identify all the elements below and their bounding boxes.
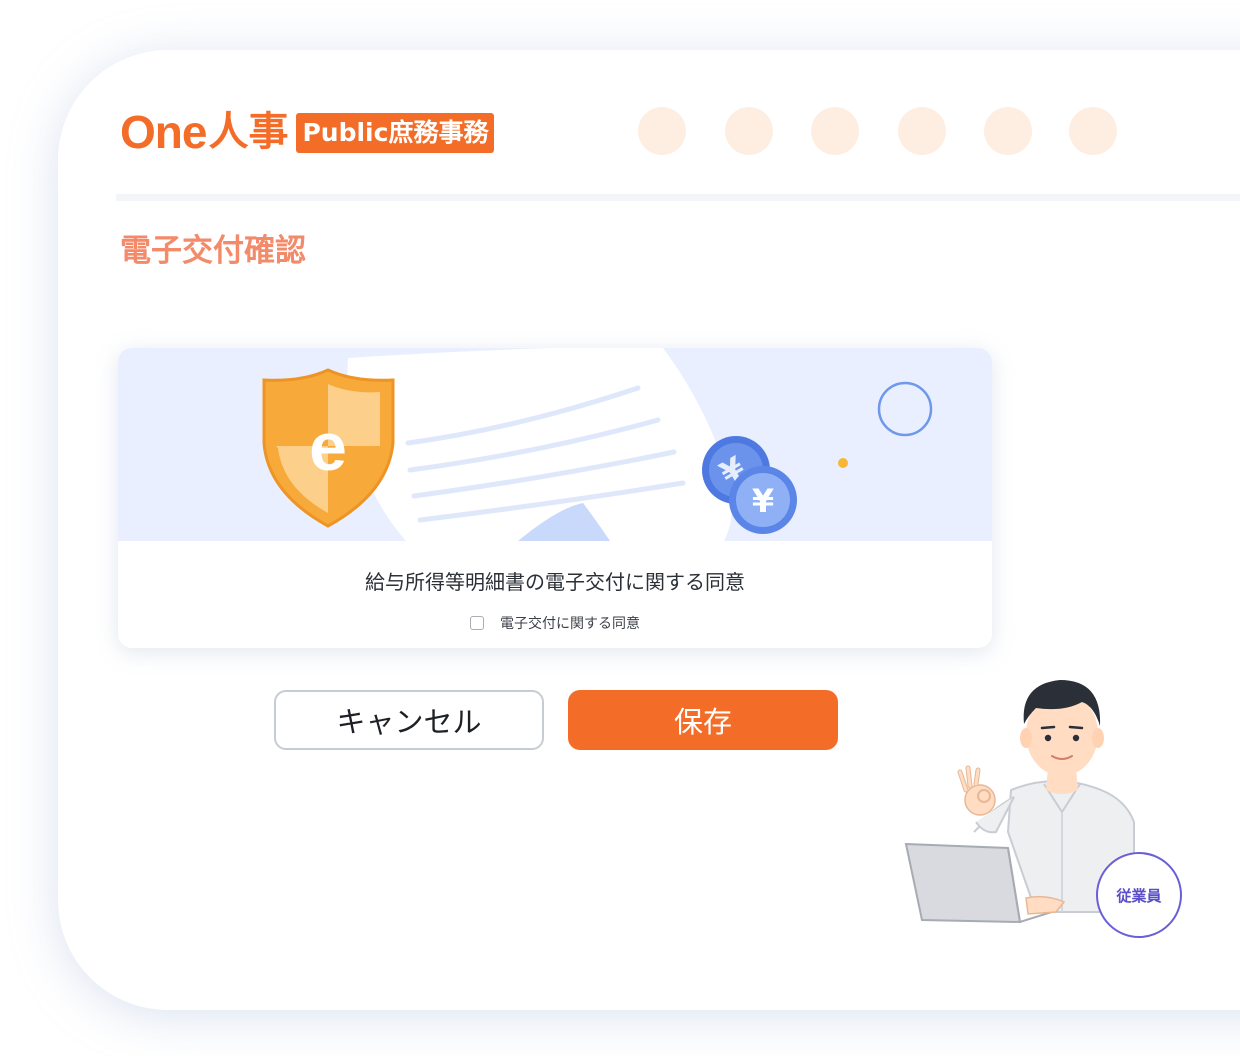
header-dot: [898, 107, 946, 155]
logo-jinji: 人事: [208, 109, 289, 155]
logo-one: One: [120, 106, 207, 158]
consent-checkbox-row[interactable]: 電子交付に関する同意: [118, 613, 992, 633]
cancel-button[interactable]: キャンセル: [274, 690, 544, 750]
consent-title: 給与所得等明細書の電子交付に関する同意: [365, 570, 745, 594]
header-dot: [811, 107, 859, 155]
header-dot: [984, 107, 1032, 155]
consent-checkbox-label[interactable]: 電子交付に関する同意: [500, 613, 640, 633]
page-title: 電子交付確認: [120, 233, 306, 269]
decor-dot: [838, 458, 848, 468]
header-dot: [638, 107, 686, 155]
consent-banner: e ¥ ¥: [118, 348, 992, 541]
header-dot: [725, 107, 773, 155]
consent-checkbox[interactable]: [470, 616, 484, 630]
header-dot: [1069, 107, 1117, 155]
page: One 人事 Public庶務事務 電子交付確認 e ¥ ¥ 給与所得等明細書の…: [0, 0, 1240, 1056]
brand-logo: One 人事 Public庶務事務: [120, 106, 495, 158]
logo-badge: Public庶務事務: [296, 113, 495, 153]
document-icon: [347, 348, 732, 541]
svg-text:e: e: [309, 409, 347, 485]
consent-card: e ¥ ¥ 給与所得等明細書の電子交付に関する同意 電子交付に関する同意: [118, 348, 992, 648]
header-divider: [116, 194, 1240, 201]
role-bubble: 従業員: [1096, 852, 1182, 938]
save-button[interactable]: 保存: [568, 690, 838, 750]
svg-text:¥: ¥: [752, 482, 774, 520]
